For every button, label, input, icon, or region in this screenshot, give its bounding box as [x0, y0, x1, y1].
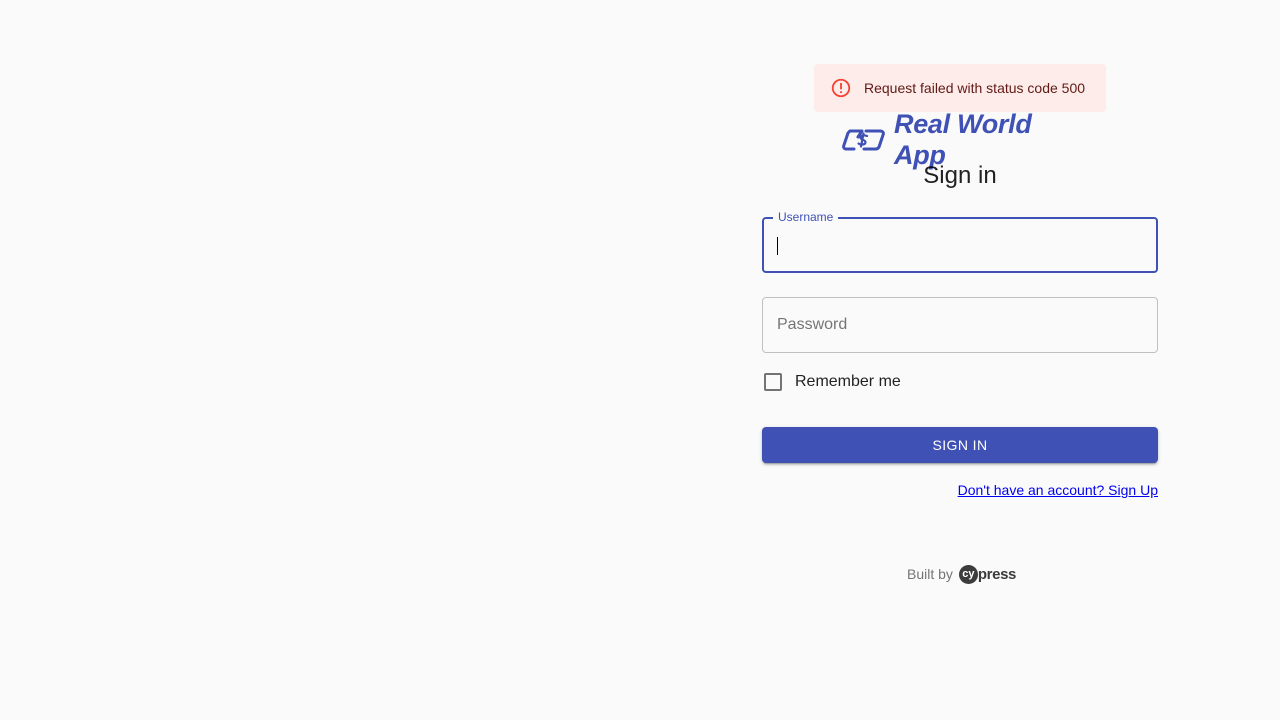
- real-world-app-logo-icon: [842, 127, 886, 153]
- built-by-text: Built by: [907, 566, 953, 582]
- cypress-logo[interactable]: cy press: [958, 564, 1016, 584]
- error-alert: Request failed with status code 500: [814, 64, 1106, 112]
- username-input[interactable]: [764, 219, 1156, 271]
- page-title: Sign in: [923, 162, 997, 189]
- alert-message: Request failed with status code 500: [864, 80, 1086, 96]
- remember-me-checkbox[interactable]: [764, 373, 782, 391]
- cypress-logo-mark: cy: [958, 564, 978, 584]
- error-outline-icon: [830, 77, 852, 99]
- password-input[interactable]: [763, 298, 1157, 352]
- cypress-logo-text: press: [977, 565, 1016, 583]
- username-field[interactable]: Username: [762, 210, 1158, 273]
- sign-in-button[interactable]: Sign In: [762, 427, 1158, 463]
- app-logo: Real World App: [842, 109, 1082, 170]
- built-by-footer: Built by cy press: [907, 564, 1016, 584]
- sign-up-link[interactable]: Don't have an account? Sign Up: [958, 482, 1158, 498]
- remember-me-control[interactable]: Remember me: [762, 370, 901, 394]
- password-field[interactable]: [762, 297, 1158, 353]
- text-cursor: [777, 237, 778, 255]
- remember-me-label[interactable]: Remember me: [795, 373, 901, 391]
